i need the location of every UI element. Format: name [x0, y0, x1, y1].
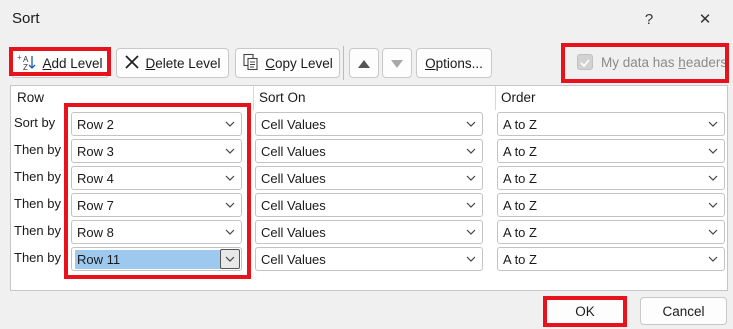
chevron-down-icon[interactable]	[704, 142, 722, 160]
chevron-down-icon[interactable]	[462, 223, 480, 241]
level-label: Sort by	[14, 115, 56, 130]
chevron-down-icon[interactable]	[462, 250, 480, 268]
chevron-down-icon[interactable]	[221, 142, 239, 160]
order-dropdown-value: A to Z	[503, 117, 537, 132]
chevron-down-icon[interactable]	[704, 196, 722, 214]
sort-on-dropdown[interactable]: Cell Values	[255, 220, 483, 244]
sort-on-dropdown[interactable]: Cell Values	[255, 166, 483, 190]
copy-level-mnemonic: C	[265, 55, 275, 71]
row-dropdown[interactable]: Row 8	[71, 220, 242, 244]
move-down-button[interactable]	[382, 48, 412, 78]
chevron-down-icon[interactable]	[462, 142, 480, 160]
row-dropdown-value: Row 7	[77, 198, 114, 213]
column-header-sort-on: Sort On	[259, 90, 306, 105]
order-dropdown[interactable]: A to Z	[497, 112, 725, 136]
delete-level-button[interactable]: Delete Level	[116, 48, 229, 78]
sort-on-dropdown-value: Cell Values	[261, 252, 326, 267]
add-level-icon: + A Z	[17, 53, 37, 74]
triangle-down-icon	[391, 56, 403, 71]
row-dropdown-value: Row 8	[77, 225, 114, 240]
order-dropdown[interactable]: A to Z	[497, 247, 725, 271]
dialog-title: Sort	[12, 10, 40, 27]
headers-checkbox-label[interactable]: My data has headers	[601, 55, 727, 70]
toolbar-separator	[343, 46, 344, 80]
chevron-down-icon[interactable]	[221, 196, 239, 214]
cancel-button[interactable]: Cancel	[640, 297, 727, 325]
row-dropdown-value: Row 3	[77, 144, 114, 159]
row-dropdown[interactable]: Row 7	[71, 193, 242, 217]
chevron-down-icon[interactable]	[704, 250, 722, 268]
chevron-down-icon[interactable]	[221, 115, 239, 133]
sort-on-dropdown-value: Cell Values	[261, 144, 326, 159]
row-dropdown-value: Row 11	[75, 250, 221, 269]
column-divider	[495, 86, 496, 110]
sort-on-dropdown[interactable]: Cell Values	[255, 247, 483, 271]
ok-button[interactable]: OK	[545, 297, 625, 325]
sort-on-dropdown-value: Cell Values	[261, 117, 326, 132]
checkmark-icon	[580, 55, 590, 70]
chevron-down-icon[interactable]	[462, 115, 480, 133]
level-label: Then by	[14, 169, 61, 184]
order-dropdown[interactable]: A to Z	[497, 193, 725, 217]
headers-label-mnemonic: h	[678, 55, 686, 70]
chevron-down-icon[interactable]	[220, 249, 240, 269]
chevron-down-icon[interactable]	[462, 196, 480, 214]
level-label: Then by	[14, 142, 61, 157]
copy-icon	[242, 53, 260, 74]
add-level-label: dd Level	[51, 55, 103, 71]
add-level-button[interactable]: + A Z Add Level	[11, 48, 109, 78]
order-dropdown-value: A to Z	[503, 225, 537, 240]
sort-on-dropdown-value: Cell Values	[261, 171, 326, 186]
copy-level-label: opy Level	[274, 55, 333, 71]
chevron-down-icon[interactable]	[704, 223, 722, 241]
row-dropdown[interactable]: Row 11	[71, 247, 242, 271]
delete-level-label: elete Level	[155, 55, 221, 71]
options-mnemonic: O	[425, 55, 436, 71]
chevron-down-icon[interactable]	[221, 169, 239, 187]
column-header-row: Row	[17, 90, 45, 105]
copy-level-button[interactable]: Copy Level	[235, 48, 340, 78]
level-label: Then by	[14, 196, 61, 211]
order-dropdown-value: A to Z	[503, 198, 537, 213]
sort-on-dropdown-value: Cell Values	[261, 225, 326, 240]
svg-text:Z: Z	[23, 63, 28, 71]
chevron-down-icon[interactable]	[704, 115, 722, 133]
order-dropdown[interactable]: A to Z	[497, 139, 725, 163]
delete-x-icon	[124, 54, 140, 73]
order-dropdown-value: A to Z	[503, 171, 537, 186]
chevron-down-icon[interactable]	[462, 169, 480, 187]
help-button[interactable]: ?	[632, 6, 666, 32]
close-button[interactable]: ✕	[688, 6, 722, 32]
chevron-down-icon[interactable]	[704, 169, 722, 187]
move-up-button[interactable]	[349, 48, 379, 78]
order-dropdown[interactable]: A to Z	[497, 220, 725, 244]
headers-label-pre: My data has	[601, 55, 679, 70]
chevron-down-icon[interactable]	[221, 223, 239, 241]
svg-text:+: +	[17, 53, 22, 62]
row-dropdown-value: Row 2	[77, 117, 114, 132]
order-dropdown[interactable]: A to Z	[497, 166, 725, 190]
sort-on-dropdown[interactable]: Cell Values	[255, 112, 483, 136]
options-label: ptions...	[435, 55, 483, 71]
headers-checkbox[interactable]	[577, 54, 593, 70]
level-label: Then by	[14, 250, 61, 265]
delete-level-mnemonic: D	[145, 55, 156, 71]
level-label: Then by	[14, 223, 61, 238]
order-dropdown-value: A to Z	[503, 252, 537, 267]
row-dropdown[interactable]: Row 4	[71, 166, 242, 190]
triangle-up-icon	[358, 56, 370, 71]
row-dropdown[interactable]: Row 2	[71, 112, 242, 136]
headers-label-post: eaders	[685, 55, 728, 70]
column-header-order: Order	[501, 90, 536, 105]
column-divider	[253, 86, 254, 110]
sort-on-dropdown[interactable]: Cell Values	[255, 139, 483, 163]
sort-on-dropdown-value: Cell Values	[261, 198, 326, 213]
sort-on-dropdown[interactable]: Cell Values	[255, 193, 483, 217]
row-dropdown[interactable]: Row 3	[71, 139, 242, 163]
order-dropdown-value: A to Z	[503, 144, 537, 159]
options-button[interactable]: Options...	[416, 48, 492, 78]
row-dropdown-value: Row 4	[77, 171, 114, 186]
